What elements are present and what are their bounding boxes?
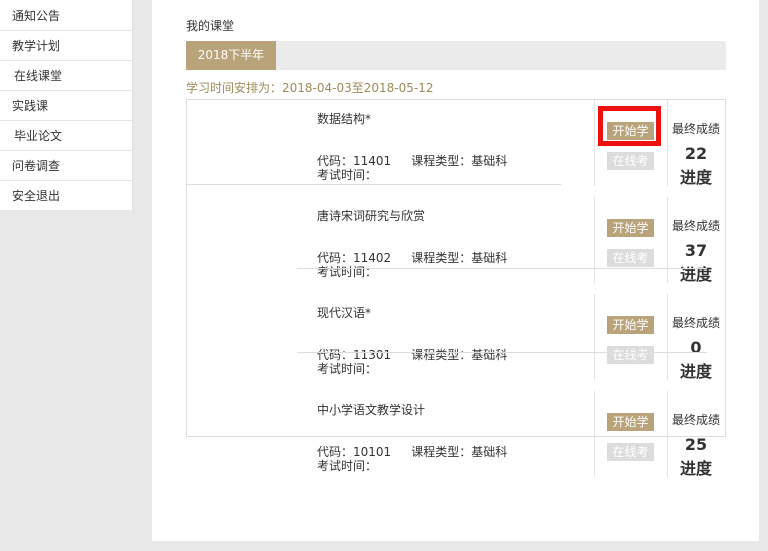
course-type: 基础科: [471, 251, 508, 265]
final-grade-value: 22: [684, 144, 708, 163]
course-name: 中小学语文教学设计: [317, 403, 426, 417]
course-type-label: 课程类型：: [411, 348, 472, 362]
progress-label: 进度: [679, 265, 712, 284]
start-study-button[interactable]: 开始学: [607, 122, 654, 140]
exam-time-line: 考试时间：: [317, 457, 377, 474]
sidebar-item-logout[interactable]: 安全退出: [0, 181, 132, 211]
final-grade-value: 37: [684, 241, 708, 260]
course-separator: [297, 268, 707, 269]
sidebar-item-online-classroom[interactable]: 在线课堂: [0, 61, 132, 91]
course-separator: [186, 184, 561, 185]
final-grade-label: 最终成绩: [672, 219, 721, 233]
progress-label: 进度: [679, 362, 712, 381]
course-separator: [297, 352, 707, 353]
term-tab-bar: 2018下半年: [186, 41, 726, 70]
exam-time-line: 考试时间：: [317, 263, 377, 280]
exam-time-line: 考试时间：: [317, 166, 377, 183]
course-type-label: 课程类型：: [411, 445, 472, 459]
exam-time-label: 考试时间：: [317, 362, 378, 376]
tab-term-2018-second-half[interactable]: 2018下半年: [186, 41, 276, 70]
course-card: 唐诗宋词研究与欣赏 代码：11402 课程类型：基础科 考试时间： 开始学 在线考…: [186, 197, 726, 294]
divider: [594, 391, 595, 477]
course-type-label: 课程类型：: [411, 251, 472, 265]
sidebar-item-thesis[interactable]: 毕业论文: [0, 121, 132, 151]
divider: [594, 294, 595, 380]
sidebar-item-survey[interactable]: 问卷调查: [0, 151, 132, 181]
course-type: 基础科: [471, 154, 508, 168]
progress-label: 进度: [679, 459, 712, 478]
final-grade-label: 最终成绩: [672, 413, 721, 427]
course-card: 数据结构* 代码：11401 课程类型：基础科 考试时间： 开始学 在线考 最终成…: [186, 100, 726, 197]
course-name: 现代汉语*: [317, 306, 372, 320]
sidebar-nav: 通知公告 教学计划 在线课堂 实践课 毕业论文 问卷调查 安全退出: [0, 0, 133, 211]
course-type: 基础科: [471, 348, 508, 362]
divider: [594, 100, 595, 186]
exam-time-label: 考试时间：: [317, 168, 378, 182]
final-grade-value: 25: [684, 435, 708, 454]
online-exam-button[interactable]: 在线考: [607, 152, 654, 170]
sidebar-item-teaching-plan[interactable]: 教学计划: [0, 31, 132, 61]
final-grade-value: 0: [690, 338, 702, 357]
course-card: 中小学语文教学设计 代码：10101 课程类型：基础科 考试时间： 开始学 在线考…: [186, 391, 726, 488]
sidebar-item-notices[interactable]: 通知公告: [0, 0, 132, 31]
start-study-button[interactable]: 开始学: [607, 316, 654, 334]
start-study-button[interactable]: 开始学: [607, 413, 654, 431]
final-grade-label: 最终成绩: [672, 316, 721, 330]
start-study-button[interactable]: 开始学: [607, 219, 654, 237]
page-title: 我的课堂: [186, 19, 235, 33]
online-exam-button[interactable]: 在线考: [607, 443, 654, 461]
online-exam-button[interactable]: 在线考: [607, 346, 654, 364]
main-panel: 我的课堂 2018下半年 学习时间安排为：2018-04-03至2018-05-…: [152, 0, 759, 541]
course-name: 唐诗宋词研究与欣赏: [317, 209, 426, 223]
divider: [594, 197, 595, 283]
course-card: 现代汉语* 代码：11301 课程类型：基础科 考试时间： 开始学 在线考 最终成…: [186, 294, 726, 391]
course-type: 基础科: [471, 445, 508, 459]
exam-time-label: 考试时间：: [317, 459, 378, 473]
sidebar-item-practice-course[interactable]: 实践课: [0, 91, 132, 121]
course-type-label: 课程类型：: [411, 154, 472, 168]
progress-label: 进度: [679, 168, 712, 187]
course-name: 数据结构*: [317, 112, 372, 126]
online-exam-button[interactable]: 在线考: [607, 249, 654, 267]
final-grade-label: 最终成绩: [672, 122, 721, 136]
schedule-text: 学习时间安排为：2018-04-03至2018-05-12: [186, 81, 434, 95]
exam-time-line: 考试时间：: [317, 360, 377, 377]
